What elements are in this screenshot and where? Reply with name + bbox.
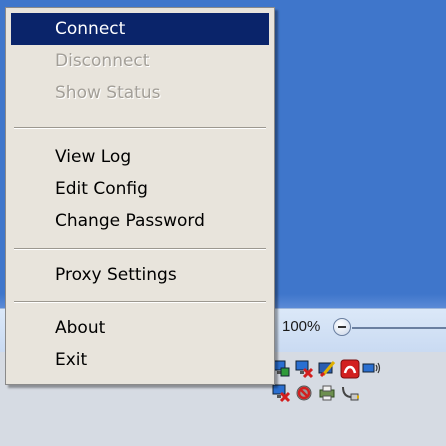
menu-item-exit[interactable]: Exit: [11, 344, 269, 376]
zoom-slider-track[interactable]: [352, 327, 446, 329]
menu-item-view-log[interactable]: View Log: [11, 141, 269, 173]
zoom-out-button[interactable]: [333, 318, 351, 336]
antivirus-icon[interactable]: [339, 358, 361, 380]
menu-item-about[interactable]: About: [11, 312, 269, 344]
wireless-signal-icon[interactable]: [362, 358, 384, 380]
menu-separator: [14, 301, 266, 303]
menu-separator: [14, 127, 266, 129]
network-disconnected-icon[interactable]: [293, 358, 315, 380]
menu-item-proxy-settings[interactable]: Proxy Settings: [11, 259, 269, 291]
zoom-level-label: 100%: [282, 318, 321, 335]
menu-item-edit-config[interactable]: Edit Config: [11, 173, 269, 205]
menu-item-connect[interactable]: Connect: [11, 13, 269, 45]
tray-context-menu: Connect Disconnect Show Status View Log …: [5, 7, 275, 385]
menu-item-change-password[interactable]: Change Password: [11, 205, 269, 237]
blocked-icon[interactable]: [293, 382, 315, 404]
printer-icon[interactable]: [316, 382, 338, 404]
menu-item-show-status: Show Status: [55, 83, 161, 103]
paint-brush-icon[interactable]: [316, 358, 338, 380]
menu-item-disconnect: Disconnect: [55, 51, 150, 71]
network-error-icon[interactable]: [270, 382, 292, 404]
menu-separator: [14, 248, 266, 250]
usb-device-icon[interactable]: [339, 382, 361, 404]
